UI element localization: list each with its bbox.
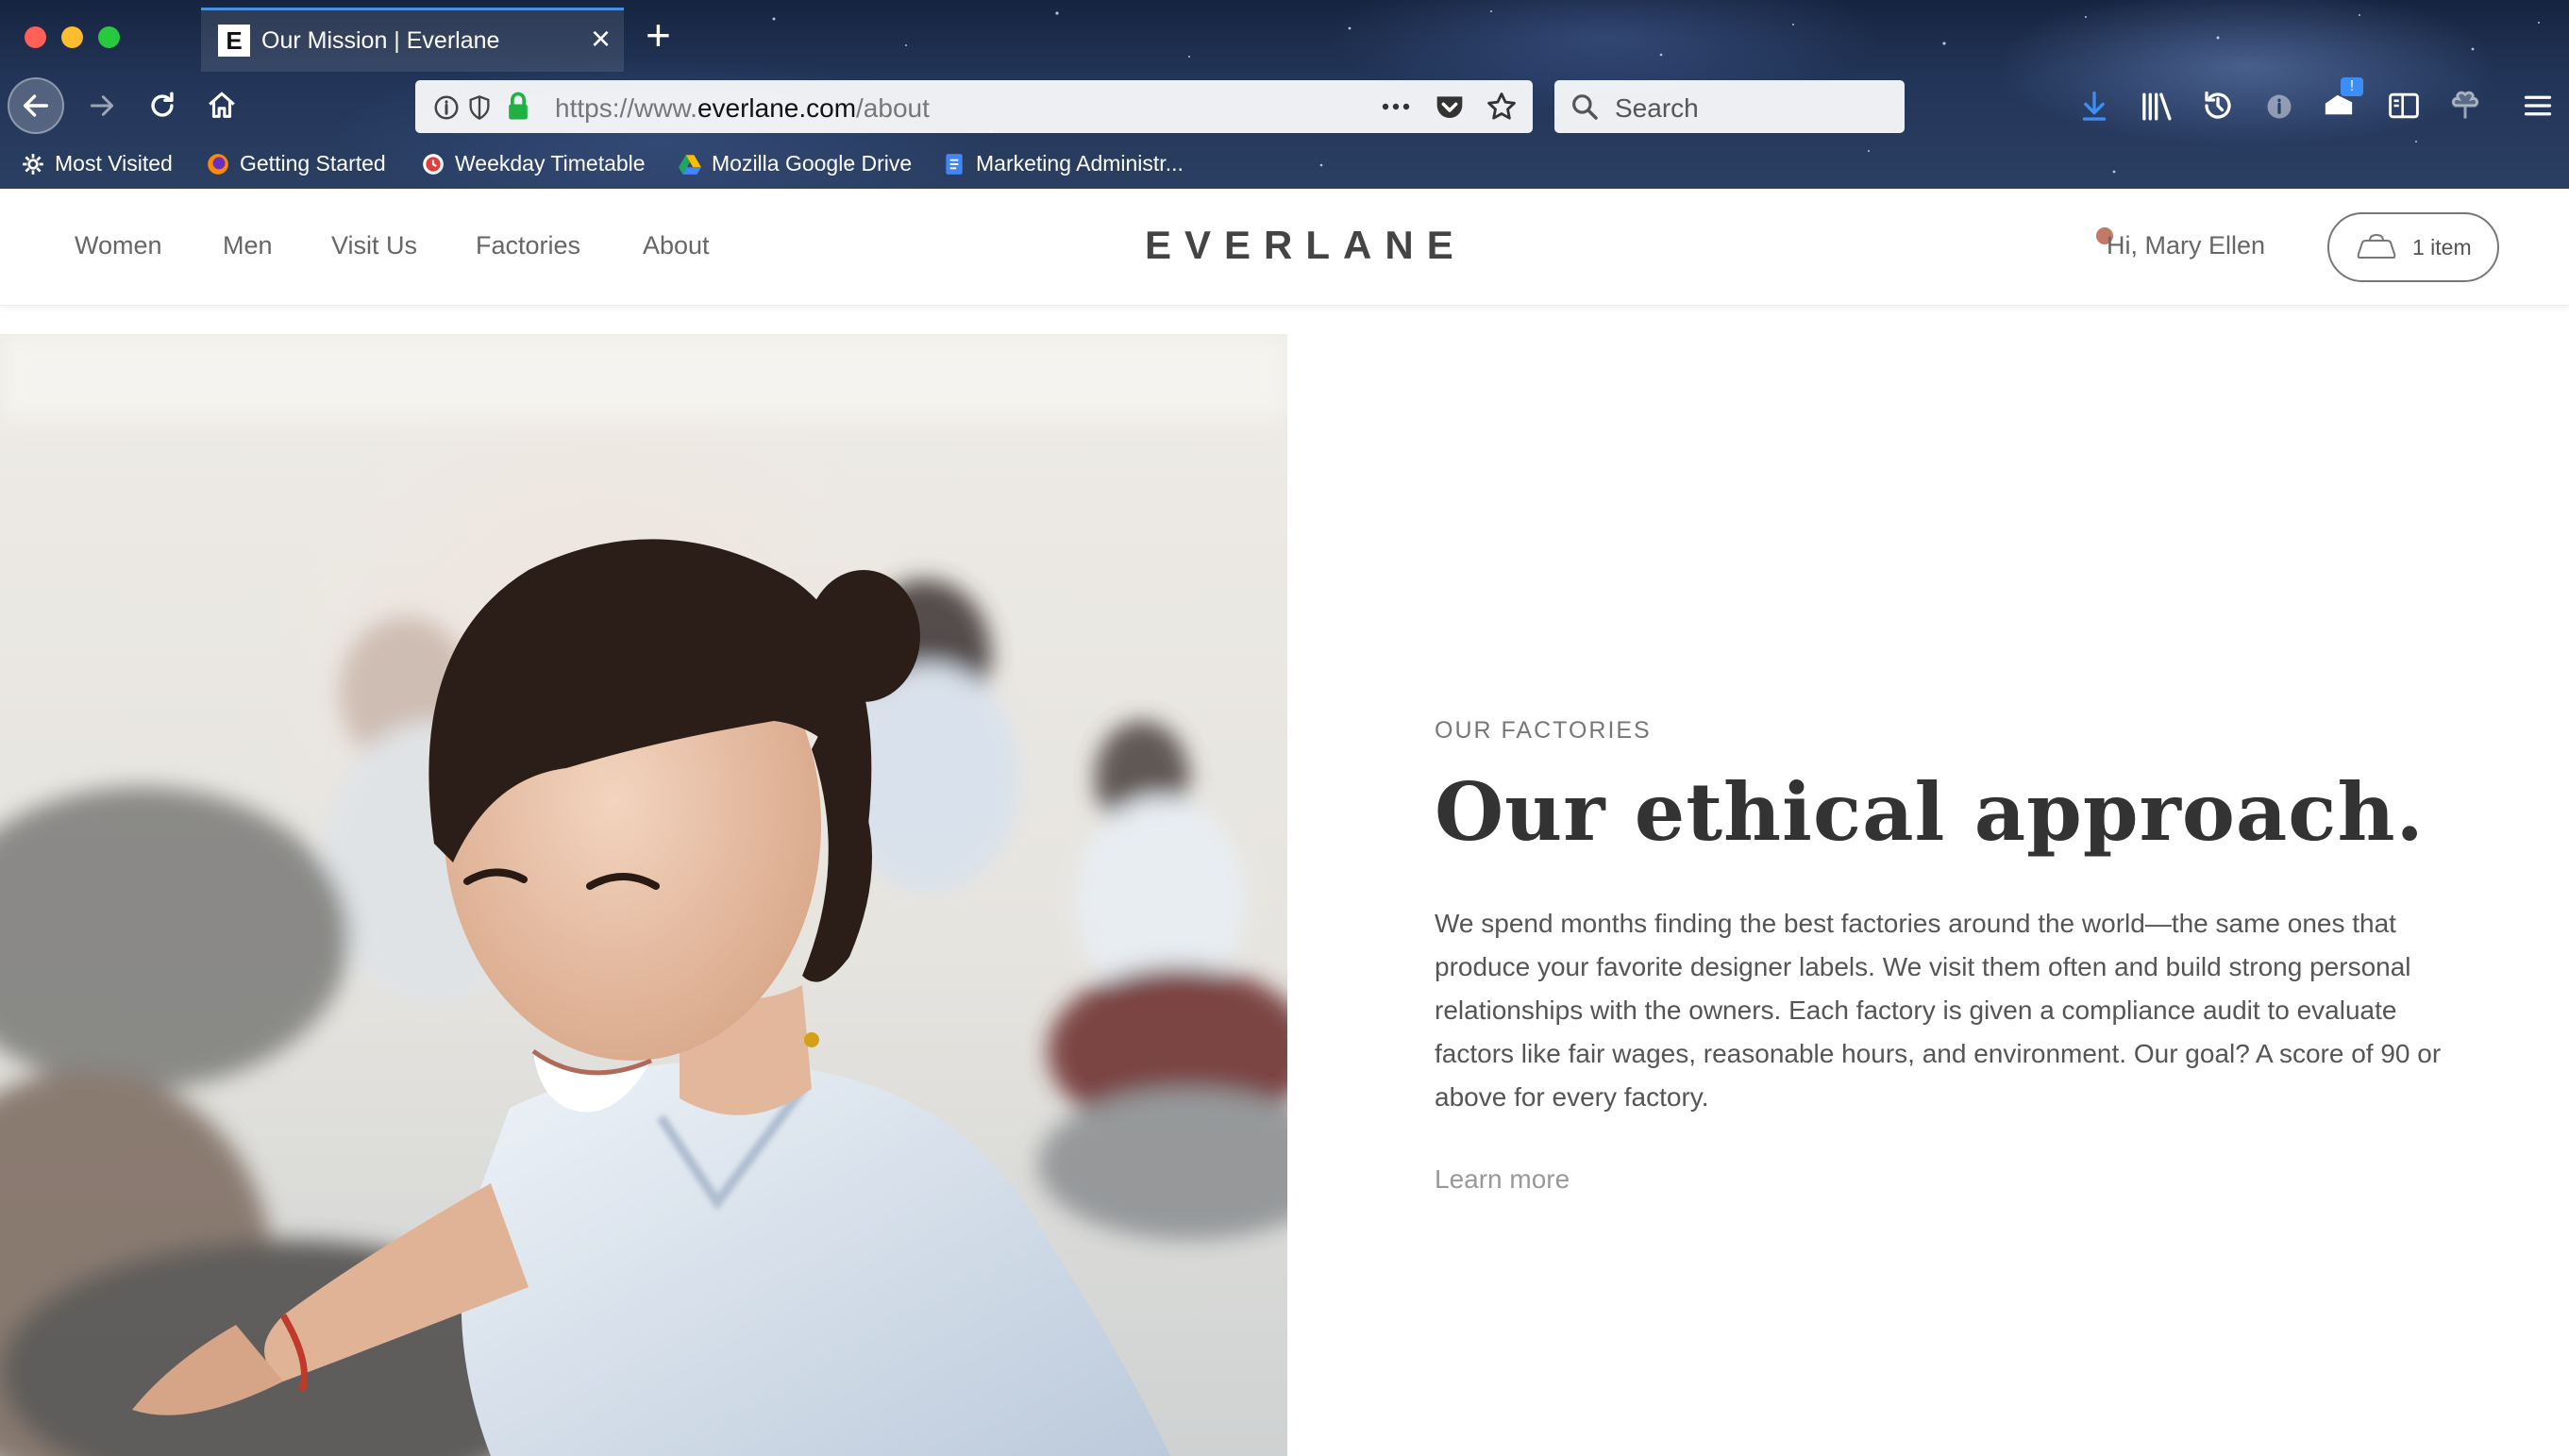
- nav-visit-us[interactable]: Visit Us: [331, 231, 417, 260]
- close-window-button[interactable]: [25, 26, 46, 48]
- nav-women[interactable]: Women: [75, 231, 162, 260]
- url-text[interactable]: https://www.everlane.com/about: [555, 93, 930, 124]
- new-tab-icon[interactable]: +: [646, 11, 671, 59]
- url-path: /about: [856, 93, 930, 123]
- bookmark-label: Weekday Timetable: [455, 151, 646, 176]
- search-box[interactable]: Search: [1554, 80, 1905, 133]
- bookmark-label: Marketing Administr...: [976, 151, 1184, 176]
- back-button[interactable]: [8, 77, 64, 134]
- home-button[interactable]: [201, 85, 243, 126]
- learn-more-link[interactable]: Learn more: [1435, 1164, 1570, 1195]
- gear-icon: [23, 153, 43, 175]
- cart-icon: [2357, 233, 2396, 259]
- bookmark-label: Getting Started: [240, 151, 386, 176]
- tab-strip: E Our Mission | Everlane × +: [0, 0, 2569, 72]
- bookmark-weekday-timetable[interactable]: Weekday Timetable: [421, 151, 646, 176]
- url-domain: everlane.com: [697, 93, 857, 123]
- timetable-icon: [423, 153, 444, 175]
- info-circle-icon[interactable]: [2265, 92, 2293, 121]
- bookmark-mozilla-google-drive[interactable]: Mozilla Google Drive: [678, 151, 912, 176]
- zoom-window-button[interactable]: [98, 26, 120, 48]
- library-icon[interactable]: [2141, 91, 2174, 123]
- reload-icon: [151, 92, 174, 117]
- tab-our-mission[interactable]: E Our Mission | Everlane ×: [201, 8, 624, 72]
- search-placeholder: Search: [1615, 93, 1699, 123]
- docs-icon: [946, 153, 963, 175]
- reload-button[interactable]: [142, 85, 183, 126]
- forward-icon: [90, 95, 114, 116]
- bookmark-label: Most Visited: [55, 151, 173, 176]
- back-icon: [23, 94, 49, 117]
- navigation-toolbar: https://www.everlane.com/about Search !: [0, 72, 2569, 142]
- site-header: Women Men Visit Us Factories About EVERL…: [0, 189, 2569, 306]
- more-dots-icon[interactable]: [1380, 97, 1412, 116]
- cart-button[interactable]: 1 item: [2327, 212, 2499, 282]
- section-eyebrow: OUR FACTORIES: [1435, 717, 1652, 744]
- info-icon[interactable]: [432, 93, 461, 122]
- bookmark-marketing-administration[interactable]: Marketing Administr...: [942, 151, 1184, 176]
- forward-button[interactable]: [81, 85, 123, 126]
- section-body: We spend months finding the best factori…: [1435, 909, 2442, 1112]
- section-headline: Our ethical approach.: [1435, 765, 2425, 859]
- pocket-icon[interactable]: [1435, 92, 1465, 121]
- download-icon[interactable]: [2079, 91, 2109, 123]
- nav-about[interactable]: About: [643, 231, 710, 260]
- notifications-button[interactable]: !: [2320, 77, 2363, 123]
- url-prefix: https://www.: [555, 93, 697, 123]
- factories-section: OUR FACTORIES Our ethical approach. We s…: [1435, 717, 2492, 1195]
- minimize-window-button[interactable]: [61, 26, 83, 48]
- star-icon[interactable]: [1486, 91, 1518, 123]
- sidebar-icon[interactable]: [2388, 91, 2420, 121]
- search-icon: [1572, 94, 1598, 120]
- url-bar[interactable]: https://www.everlane.com/about: [415, 80, 1533, 133]
- everlane-logo[interactable]: EVERLANE: [1145, 223, 1467, 268]
- clover-icon[interactable]: [2448, 89, 2482, 123]
- drive-icon: [679, 154, 701, 175]
- home-icon: [209, 92, 235, 118]
- bookmarks-toolbar: Most Visited Getting Started Weekday Tim…: [0, 142, 2569, 189]
- bookmark-label: Mozilla Google Drive: [712, 151, 913, 176]
- notification-badge: !: [2341, 77, 2363, 96]
- tab-title: Our Mission | Everlane: [261, 27, 500, 54]
- history-icon[interactable]: [2201, 89, 2235, 123]
- menu-icon[interactable]: [2524, 92, 2552, 119]
- browser-chrome: E Our Mission | Everlane × + https://www…: [0, 0, 2569, 189]
- factory-worker-photo: [0, 334, 1287, 1456]
- bookmark-most-visited[interactable]: Most Visited: [21, 151, 173, 176]
- nav-men[interactable]: Men: [223, 231, 273, 260]
- lock-icon[interactable]: [506, 92, 530, 122]
- account-greeting[interactable]: Hi, Mary Ellen: [2107, 231, 2265, 260]
- factory-worker-illustration: [0, 334, 1287, 1456]
- shield-icon[interactable]: [466, 93, 493, 122]
- everlane-favicon-icon: E: [218, 25, 250, 57]
- bookmark-getting-started[interactable]: Getting Started: [206, 151, 386, 176]
- firefox-icon: [208, 153, 228, 175]
- nav-factories[interactable]: Factories: [476, 231, 580, 260]
- cart-label: 1 item: [2412, 235, 2472, 259]
- close-tab-icon[interactable]: ×: [591, 20, 611, 58]
